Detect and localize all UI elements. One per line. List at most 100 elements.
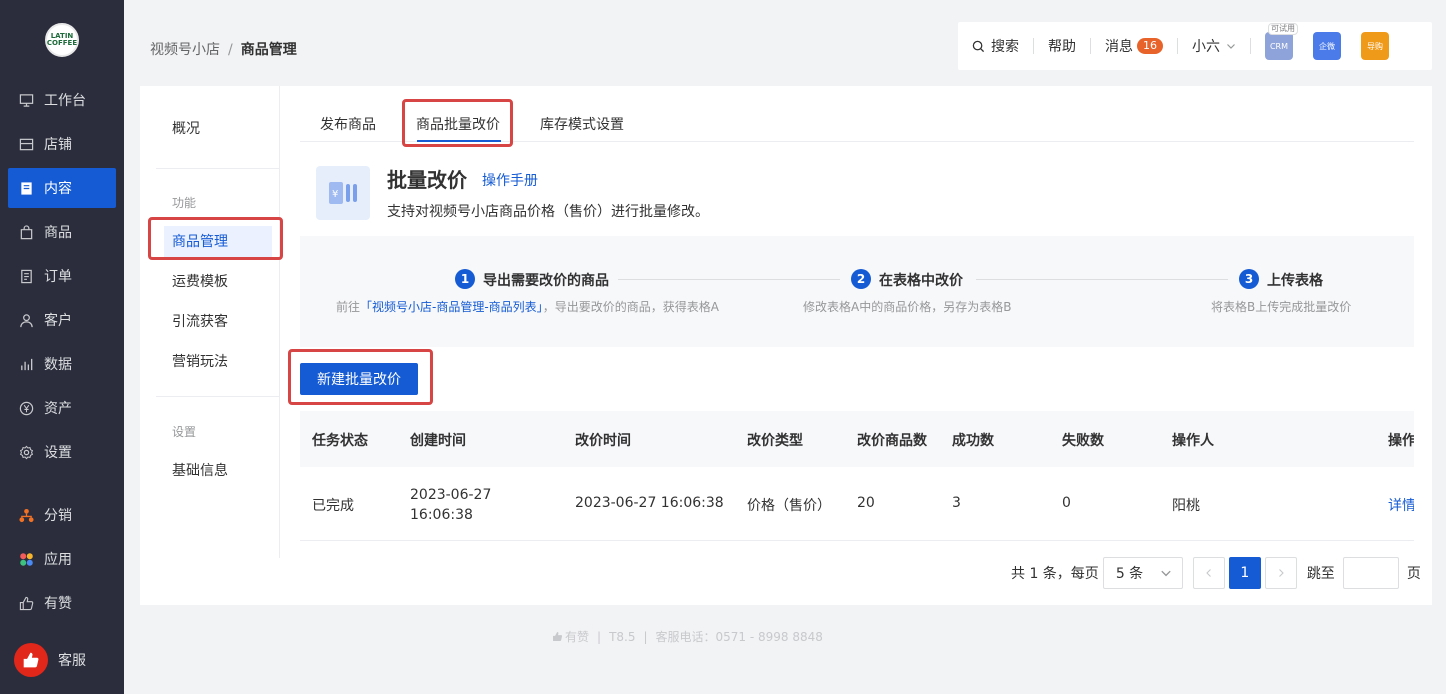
step-description: 前往「视频号小店-商品管理-商品列表」，导出要改价的商品，获得表格A bbox=[336, 298, 719, 315]
tab-publish-goods[interactable]: 发布商品 bbox=[320, 114, 376, 134]
nav-item-distribution[interactable]: 分销 bbox=[8, 495, 116, 535]
subnav-overview[interactable]: 概况 bbox=[164, 113, 272, 145]
main-nav: LATIN COFFEE 工作台 店铺 内容 商品 订单 客户 数据 资产 设置… bbox=[0, 0, 124, 694]
breadcrumb: 视频号小店 / 商品管理 bbox=[150, 39, 297, 59]
pagination: 共 1 条，每页 5 条 1 跳至 页 bbox=[1011, 557, 1421, 589]
user-menu[interactable]: 小六 bbox=[1178, 38, 1251, 55]
page-button-current[interactable]: 1 bbox=[1228, 557, 1261, 589]
order-icon bbox=[18, 268, 34, 284]
goods-list-link[interactable]: 「视频号小店-商品管理-商品列表」 bbox=[360, 300, 543, 314]
step-title: 导出需要改价的商品 bbox=[483, 273, 609, 289]
column-header: 改价时间 bbox=[575, 433, 631, 449]
nav-item-youzan[interactable]: 有赞 bbox=[8, 583, 116, 623]
success-count-cell: 3 bbox=[952, 495, 961, 511]
nav-item-assets[interactable]: 资产 bbox=[8, 388, 116, 428]
column-header: 失败数 bbox=[1062, 433, 1104, 449]
crm-app-icon[interactable]: CRM 可试用 bbox=[1265, 23, 1298, 60]
nav-item-label: 内容 bbox=[44, 181, 72, 197]
step-desc-suffix: ，导出要改价的商品，获得表格A bbox=[542, 300, 719, 314]
goods-count-cell: 20 bbox=[857, 495, 875, 511]
nav-item-customers[interactable]: 客户 bbox=[8, 300, 116, 340]
footer-separator: | bbox=[597, 629, 602, 644]
subnav-item-shipping-template[interactable]: 运费模板 bbox=[164, 266, 272, 298]
breadcrumb-current: 商品管理 bbox=[240, 42, 297, 58]
search-button[interactable]: 搜索 bbox=[958, 38, 1034, 55]
steps-guide: 1 导出需要改价的商品 前往「视频号小店-商品管理-商品列表」，导出要改价的商品… bbox=[300, 236, 1414, 347]
page-size-value: 5 条 bbox=[1115, 566, 1144, 582]
youzan-thumb-icon bbox=[14, 643, 48, 677]
thumb-icon bbox=[18, 595, 34, 611]
nav-item-orders[interactable]: 订单 bbox=[8, 256, 116, 296]
breadcrumb-parent[interactable]: 视频号小店 bbox=[150, 42, 220, 58]
nav-item-label: 设置 bbox=[44, 445, 72, 461]
nav-item-settings[interactable]: 设置 bbox=[8, 432, 116, 472]
subnav-item-traffic[interactable]: 引流获客 bbox=[164, 306, 272, 338]
bag-icon bbox=[18, 224, 34, 240]
chevron-down-icon bbox=[1160, 567, 1172, 579]
nav-item-data[interactable]: 数据 bbox=[8, 344, 116, 384]
step-title: 上传表格 bbox=[1267, 273, 1323, 289]
user-name: 小六 bbox=[1192, 39, 1220, 55]
help-button[interactable]: 帮助 bbox=[1034, 38, 1091, 55]
prev-page-button[interactable] bbox=[1192, 557, 1225, 589]
highlight-box bbox=[288, 349, 433, 405]
guide-app-label: 导购 bbox=[1367, 41, 1383, 51]
footer-brand: 有赞 bbox=[565, 630, 590, 644]
main-panel: 概况 功能 商品管理 运费模板 引流获客 营销玩法 设置 基础信息 发布商品 商… bbox=[140, 86, 1432, 605]
subnav-item-marketing[interactable]: 营销玩法 bbox=[164, 346, 272, 378]
nav-item-goods[interactable]: 商品 bbox=[8, 212, 116, 252]
distribution-icon bbox=[18, 507, 34, 523]
search-label: 搜索 bbox=[991, 39, 1019, 55]
chevron-right-icon bbox=[1276, 568, 1286, 578]
nav-item-label: 数据 bbox=[44, 357, 72, 373]
step-number: 2 bbox=[851, 269, 871, 289]
wecom-app-icon[interactable]: 企微 bbox=[1313, 32, 1341, 60]
price-type-cell: 价格（售价） bbox=[747, 498, 831, 514]
chevron-left-icon bbox=[1204, 568, 1214, 578]
top-toolbar: 搜索 帮助 消息 16 小六 CRM 可试用 企微 导购 bbox=[958, 22, 1432, 70]
subnav-item-basic-info[interactable]: 基础信息 bbox=[164, 455, 272, 487]
sub-nav: 概况 功能 商品管理 运费模板 引流获客 营销玩法 设置 基础信息 bbox=[140, 86, 280, 558]
nav-item-label: 应用 bbox=[44, 552, 72, 568]
nav-item-content[interactable]: 内容 bbox=[8, 168, 116, 208]
store-icon bbox=[18, 136, 34, 152]
shop-logo[interactable]: LATIN COFFEE bbox=[45, 23, 79, 57]
page-title: 批量改价 bbox=[387, 168, 467, 192]
jump-label: 跳至 bbox=[1306, 566, 1335, 582]
nav-item-label: 有赞 bbox=[44, 596, 72, 612]
search-icon bbox=[972, 40, 985, 53]
step-desc-prefix: 前往 bbox=[336, 300, 361, 314]
logo-text: LATIN COFFEE bbox=[46, 32, 78, 47]
breadcrumb-separator: / bbox=[228, 42, 233, 58]
tab-stock-mode[interactable]: 库存模式设置 bbox=[540, 114, 624, 134]
step-connector bbox=[976, 279, 1228, 280]
chevron-down-icon bbox=[1226, 41, 1236, 51]
manual-link[interactable]: 操作手册 bbox=[482, 170, 538, 190]
page-size-select[interactable]: 5 条 bbox=[1102, 557, 1183, 589]
customer-service-button[interactable]: 客服 bbox=[14, 643, 86, 677]
nav-item-apps[interactable]: 应用 bbox=[8, 539, 116, 579]
nav-item-label: 资产 bbox=[44, 401, 72, 417]
next-page-button[interactable] bbox=[1264, 557, 1297, 589]
monitor-icon bbox=[18, 92, 34, 108]
operator-cell: 阳桃 bbox=[1172, 498, 1200, 514]
nav-item-store[interactable]: 店铺 bbox=[8, 124, 116, 164]
messages-label: 消息 bbox=[1105, 39, 1133, 55]
message-count-badge: 16 bbox=[1137, 38, 1163, 54]
guide-app-icon[interactable]: 导购 bbox=[1361, 32, 1389, 60]
scrollbar[interactable] bbox=[1432, 86, 1446, 605]
messages-button[interactable]: 消息 16 bbox=[1091, 38, 1178, 55]
batch-price-icon: ¥ bbox=[316, 166, 370, 220]
footer: 有赞 | T8.5 | 客服电话：0571 - 8998 8848 bbox=[552, 628, 823, 645]
step-description: 修改表格A中的商品价格，另存为表格B bbox=[803, 300, 1012, 314]
pagination-summary: 共 1 条，每页 bbox=[1011, 566, 1099, 582]
step-number: 3 bbox=[1239, 269, 1259, 289]
nav-item-label: 店铺 bbox=[44, 137, 72, 153]
jump-page-input[interactable] bbox=[1342, 557, 1399, 589]
nav-item-workbench[interactable]: 工作台 bbox=[8, 80, 116, 120]
highlight-box bbox=[148, 217, 283, 260]
step-title: 在表格中改价 bbox=[879, 273, 963, 289]
subnav-group-function: 功能 bbox=[172, 196, 197, 210]
customer-service-label: 客服 bbox=[58, 653, 86, 669]
details-link[interactable]: 详情 bbox=[1388, 495, 1414, 515]
